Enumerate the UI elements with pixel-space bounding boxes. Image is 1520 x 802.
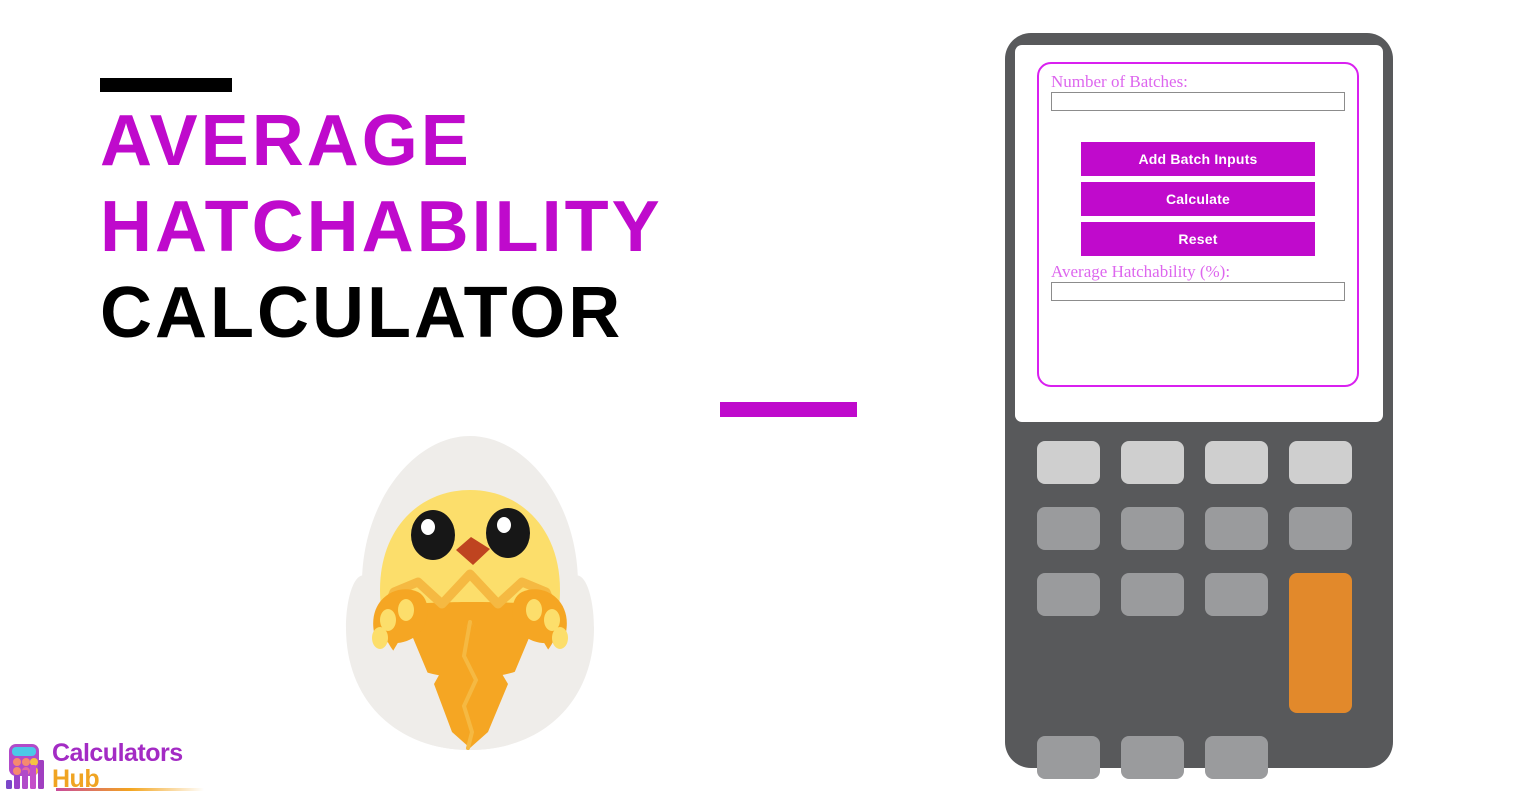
average-hatchability-output[interactable] [1051,282,1345,301]
keypad-row [1037,507,1362,550]
page-title-line-3: Calculator [100,273,624,353]
add-batch-inputs-button[interactable]: Add Batch Inputs [1081,142,1315,176]
keypad-row [1037,441,1362,484]
title-rule-top [100,78,232,92]
keypad-key[interactable] [1037,573,1100,616]
keypad-spacer [1289,736,1352,779]
page-title: Average Hatchability Calculator [100,98,920,356]
keypad-row [1037,736,1362,779]
hatching-chick-icon [346,436,594,750]
average-hatchability-label: Average Hatchability (%): [1051,262,1231,281]
page-title-line-1: Average [100,101,472,181]
page-title-line-2: Hatchability [100,187,663,267]
number-of-batches-label: Number of Batches: [1051,72,1188,91]
keypad-row [1037,573,1362,713]
keypad-key[interactable] [1121,736,1184,779]
brand-word-calculators: Calculators [52,738,183,767]
keypad-key[interactable] [1037,736,1100,779]
keypad-key[interactable] [1037,507,1100,550]
brand-wordmark: Calculators Hub [52,738,183,792]
number-of-batches-input[interactable] [1051,92,1345,111]
result-group: Average Hatchability (%): [1051,262,1345,301]
calculator-screen: Number of Batches: Add Batch Inputs Calc… [1015,45,1383,422]
action-buttons: Add Batch Inputs Calculate Reset [1051,142,1345,256]
keypad-key[interactable] [1121,507,1184,550]
keypad-key[interactable] [1205,507,1268,550]
calculate-button[interactable]: Calculate [1081,182,1315,216]
reset-button[interactable]: Reset [1081,222,1315,256]
keypad-key[interactable] [1121,441,1184,484]
hero-section: Average Hatchability Calculator [0,0,980,800]
keypad-key[interactable] [1289,507,1352,550]
calculator-keypad [1037,441,1362,802]
hatchability-form: Number of Batches: Add Batch Inputs Calc… [1037,62,1359,387]
keypad-key[interactable] [1037,441,1100,484]
calculator-device: Number of Batches: Add Batch Inputs Calc… [1005,33,1393,779]
keypad-equals-key[interactable] [1289,573,1352,713]
keypad-key[interactable] [1205,573,1268,616]
brand-underline [56,788,204,791]
keypad-key[interactable] [1205,441,1268,484]
keypad-key[interactable] [1205,736,1268,779]
brand-logo[interactable]: Calculators Hub [4,738,204,794]
keypad-key[interactable] [1289,441,1352,484]
keypad-key[interactable] [1121,573,1184,616]
calculator-bar-chart-icon [6,744,44,789]
title-rule-bottom [720,402,857,417]
